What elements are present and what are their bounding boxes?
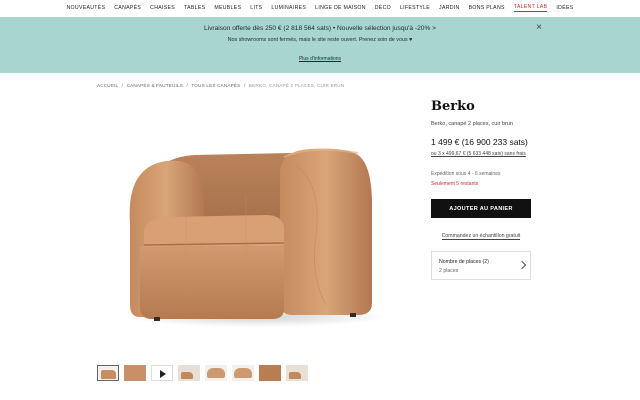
thumbnail-7[interactable] (259, 365, 281, 381)
breadcrumb-item-tous-les-canapes[interactable]: Tous les canapés (191, 83, 240, 88)
thumbnail-strip (97, 365, 308, 381)
nav-item-luminaires[interactable]: Luminaires (271, 5, 306, 11)
breadcrumb-separator: / (243, 83, 246, 88)
nav-item-deco[interactable]: Déco (375, 5, 391, 11)
top-navigation: Nouveautés Canapés Chaises Tables Meuble… (0, 0, 640, 16)
add-to-cart-button[interactable]: Ajouter au panier (431, 199, 531, 218)
nav-item-chaises[interactable]: Chaises (150, 5, 175, 11)
option-label: Nombre de places (2) (439, 259, 489, 265)
thumbnail-8[interactable] (286, 365, 308, 381)
thumbnail-sofa-image (181, 372, 193, 379)
nav-item-canapes[interactable]: Canapés (114, 5, 141, 11)
nav-item-meubles[interactable]: Meubles (214, 5, 241, 11)
thumbnail-1[interactable] (97, 365, 119, 381)
thumbnail-video[interactable] (151, 365, 173, 381)
thumbnail-leather-swatch (259, 365, 281, 381)
nav-item-idees[interactable]: Idées (556, 5, 573, 11)
showroom-notice: Nos showrooms sont fermés, mais le site … (227, 37, 413, 43)
promo-banner: Livraison offerte dès 250 € (2 818 564 s… (0, 17, 640, 73)
nav-item-jardin[interactable]: Jardin (439, 5, 460, 11)
breadcrumb-separator: / (121, 83, 124, 88)
nav-item-talent-lab[interactable]: Talent Lab (513, 4, 548, 12)
nav-item-tables[interactable]: Tables (184, 5, 205, 11)
product-price: 1 499 € (16 900 233 sats) (431, 137, 528, 147)
thumbnail-4[interactable] (178, 365, 200, 381)
thumbnail-sofa-image (289, 372, 301, 379)
promo-text[interactable]: Livraison offerte dès 250 € (2 818 564 s… (0, 25, 640, 32)
breadcrumb-current: Berko, canapé 2 places, cuir brun (248, 83, 345, 88)
nav-item-nouveautes[interactable]: Nouveautés (67, 5, 106, 11)
shipping-info: Expédition sous 4 - 6 semaines (431, 171, 501, 177)
product-subtitle: Berko, canapé 2 places, cuir brun (431, 121, 513, 127)
nav-item-linge-de-maison[interactable]: Linge de maison (315, 5, 366, 11)
thumbnail-sofa-image (101, 370, 116, 379)
stock-warning: Seulement 5 restants (431, 181, 479, 187)
chevron-right-icon (517, 260, 527, 270)
option-value: 2 places (439, 268, 459, 274)
breadcrumb-separator: / (186, 83, 188, 88)
play-icon (160, 370, 166, 378)
free-sample-link[interactable]: Commandez un échantillon gratuit (441, 233, 521, 240)
thumbnail-5[interactable] (205, 365, 227, 381)
more-info-link[interactable]: Plus d'informations (299, 56, 341, 62)
thumbnail-sofa-image (124, 365, 146, 381)
nav-item-lifestyle[interactable]: Lifestyle (400, 5, 430, 11)
thumbnail-sofa-image (234, 368, 252, 378)
sofa-illustration (126, 148, 386, 327)
breadcrumb: Accueil / Canapés & fauteuils / Tous les… (97, 83, 344, 88)
breadcrumb-item-canapes-fauteuils[interactable]: Canapés & fauteuils (127, 83, 183, 88)
close-icon[interactable]: × (536, 23, 542, 33)
breadcrumb-item-accueil[interactable]: Accueil (97, 83, 118, 88)
product-title: Berko (431, 99, 475, 114)
thumbnail-sofa-image (207, 368, 225, 378)
seats-option-selector[interactable]: Nombre de places (2) 2 places (431, 251, 531, 280)
thumbnail-2[interactable] (124, 365, 146, 381)
nav-item-bons-plans[interactable]: Bons plans (469, 5, 505, 11)
installments-link[interactable]: ou 3 x 499,67 € (5 633 448 sats) sans fr… (431, 151, 526, 157)
thumbnail-6[interactable] (232, 365, 254, 381)
nav-item-lits[interactable]: Lits (250, 5, 262, 11)
product-main-image[interactable] (96, 95, 416, 355)
